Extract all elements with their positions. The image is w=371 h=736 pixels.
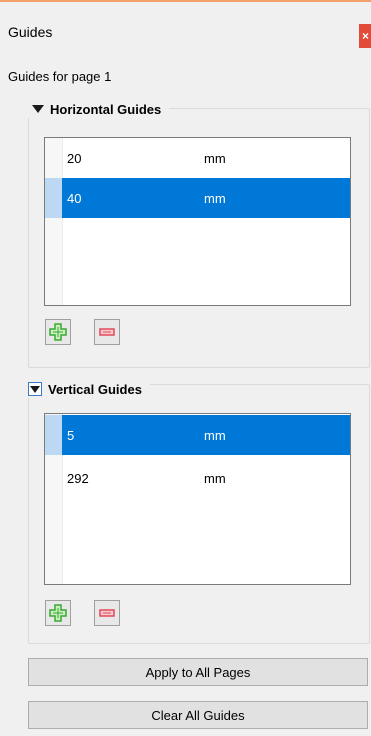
remove-vertical-guide-button[interactable]: [94, 600, 120, 626]
vertical-guides-list[interactable]: 5 mm 292 mm: [44, 413, 351, 585]
plus-icon: [49, 323, 67, 341]
guide-value[interactable]: 40: [67, 191, 81, 206]
guide-unit[interactable]: mm: [204, 471, 226, 486]
clear-all-guides-button[interactable]: Clear All Guides: [28, 701, 368, 729]
minus-icon: [99, 609, 115, 617]
plus-icon: [49, 604, 67, 622]
panel-title: Guides: [8, 24, 53, 40]
collapse-arrow-icon[interactable]: [28, 382, 42, 396]
minus-icon: [99, 328, 115, 336]
vertical-guides-title: Vertical Guides: [48, 381, 142, 397]
page-label: Guides for page 1: [8, 69, 112, 84]
guide-value[interactable]: 20: [67, 151, 81, 166]
horizontal-guides-title: Horizontal Guides: [50, 101, 162, 117]
remove-horizontal-guide-button[interactable]: [94, 319, 120, 345]
add-horizontal-guide-button[interactable]: [45, 319, 71, 345]
collapse-arrow-icon[interactable]: [32, 105, 44, 113]
horizontal-guides-header[interactable]: Horizontal Guides: [28, 100, 170, 118]
guide-row-selected[interactable]: 5 mm: [45, 415, 350, 455]
panel-titlebar: [0, 2, 371, 40]
guide-unit[interactable]: mm: [204, 151, 226, 166]
horizontal-guides-list[interactable]: 20 mm 40 mm: [44, 137, 351, 306]
guide-row[interactable]: 20 mm: [45, 138, 350, 178]
guide-row[interactable]: 292 mm: [45, 458, 350, 498]
guide-value[interactable]: 5: [67, 428, 74, 443]
close-button[interactable]: ×: [359, 24, 371, 48]
apply-to-all-pages-button[interactable]: Apply to All Pages: [28, 658, 368, 686]
add-vertical-guide-button[interactable]: [45, 600, 71, 626]
vertical-guides-header[interactable]: Vertical Guides: [26, 380, 150, 398]
guide-unit[interactable]: mm: [204, 428, 226, 443]
guide-row-selected[interactable]: 40 mm: [45, 178, 350, 218]
guide-value[interactable]: 292: [67, 471, 89, 486]
guide-unit[interactable]: mm: [204, 191, 226, 206]
